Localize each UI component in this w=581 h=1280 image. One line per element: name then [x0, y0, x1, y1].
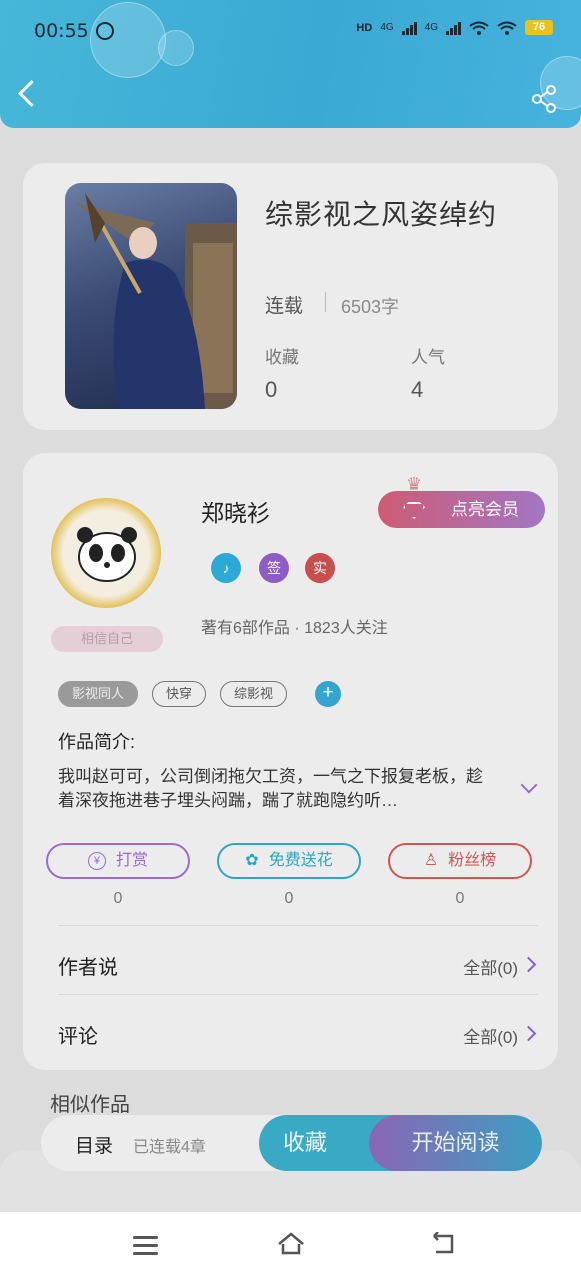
decor-bubble	[90, 2, 166, 78]
music-badge-icon[interactable]: ♪	[211, 553, 241, 583]
chevron-right-icon[interactable]	[520, 956, 537, 973]
author-stats: 著有6部作品 · 1823人关注	[201, 620, 388, 637]
author-says-label[interactable]: 作者说	[58, 951, 118, 980]
chevron-right-icon[interactable]	[520, 1025, 537, 1042]
book-cover[interactable]	[65, 183, 237, 409]
tag-item[interactable]: 快穿	[152, 681, 207, 707]
network-label: 4G	[380, 22, 394, 33]
panda-avatar-icon	[77, 527, 137, 582]
tip-count: 0	[113, 890, 123, 907]
hd-icon: HD	[356, 21, 373, 34]
fan-rank-label: 粉丝榜	[448, 852, 497, 869]
author-name[interactable]: 郑晓衫	[201, 494, 270, 528]
signal-icon	[401, 21, 417, 35]
book-info-card: 综影视之风姿绰约 连载 6503字 收藏 0 人气 4	[23, 163, 558, 430]
signal-icon	[446, 21, 461, 35]
diamond-icon	[403, 502, 425, 519]
intro-text: 我叫赵可可，公司倒闭拖欠工资，一气之下报复老板，趁着深夜拖进巷子埋头闷踹，踹了就…	[58, 767, 483, 810]
toc-button[interactable]: 目录	[75, 1131, 113, 1158]
chapter-count: 已连载4章	[133, 1139, 206, 1156]
word-count: 6503字	[341, 297, 400, 317]
user-icon: ♙	[423, 852, 439, 869]
wifi-icon	[497, 21, 517, 35]
author-card: 相信自己 郑晓衫 ♛ 点亮会员 ♪ 签 实 著有6部作品 · 1823人关注 影…	[23, 453, 558, 1070]
back-icon[interactable]	[430, 1232, 458, 1256]
system-nav-bar	[0, 1212, 581, 1280]
tip-label: 打赏	[115, 852, 148, 869]
expand-chevron-icon[interactable]	[520, 776, 538, 794]
divider	[325, 292, 326, 312]
start-reading-button[interactable]: 开始阅读	[369, 1115, 542, 1171]
network-label: 4G	[424, 22, 438, 33]
divider	[58, 925, 538, 926]
battery-icon: 76	[525, 20, 553, 35]
fan-rank-button[interactable]: ♙ 粉丝榜	[388, 843, 532, 879]
send-flower-label: 免费送花	[268, 852, 333, 869]
decor-bubble	[158, 30, 194, 66]
verified-badge[interactable]: 实	[305, 553, 335, 583]
author-says-more[interactable]: 全部(0)	[463, 954, 518, 979]
home-icon[interactable]	[277, 1232, 305, 1256]
fan-count: 0	[455, 890, 465, 907]
comments-label[interactable]: 评论	[58, 1020, 98, 1049]
divider	[58, 994, 538, 995]
send-flower-button[interactable]: ✿ 免费送花	[217, 843, 361, 879]
popularity-label: 人气	[411, 348, 445, 367]
back-arrow-icon[interactable]	[18, 80, 45, 107]
tag-item[interactable]: 综影视	[220, 681, 288, 707]
popularity-value: 4	[411, 377, 424, 402]
status-icons: HD 4G 4G 76	[356, 20, 553, 35]
share-icon[interactable]	[529, 84, 559, 114]
avatar-motto-tag: 相信自己	[51, 626, 163, 652]
recent-apps-icon[interactable]	[133, 1236, 158, 1260]
tip-button[interactable]: ¥ 打赏	[46, 843, 190, 879]
tag-item[interactable]: 影视同人	[58, 681, 139, 707]
similar-works-title: 相似作品	[50, 1094, 130, 1116]
serial-status: 连载	[265, 296, 304, 317]
vip-membership-button[interactable]: 点亮会员	[378, 491, 545, 528]
signed-badge[interactable]: 签	[259, 553, 289, 583]
flower-icon: ✿	[245, 852, 259, 869]
notification-icon	[96, 22, 114, 40]
wifi-icon	[469, 21, 489, 35]
comments-more[interactable]: 全部(0)	[463, 1023, 518, 1048]
flower-count: 0	[284, 890, 294, 907]
favorites-value: 0	[265, 377, 278, 402]
cover-illustration	[75, 193, 237, 409]
vip-button-label: 点亮会员	[451, 500, 519, 519]
bottom-action-bar: 目录 已连载4章 收藏 开始阅读	[41, 1115, 542, 1171]
favorites-label: 收藏	[265, 348, 299, 367]
book-title: 综影视之风姿绰约	[265, 199, 498, 230]
status-time: 00:55	[34, 20, 89, 42]
add-tag-icon[interactable]: +	[315, 681, 342, 707]
yen-icon: ¥	[87, 851, 106, 870]
top-header: 00:55 HD 4G 4G 76	[0, 0, 581, 128]
tag-list: 影视同人 快穿 综影视 +	[58, 681, 342, 707]
intro-label: 作品简介:	[58, 732, 136, 752]
